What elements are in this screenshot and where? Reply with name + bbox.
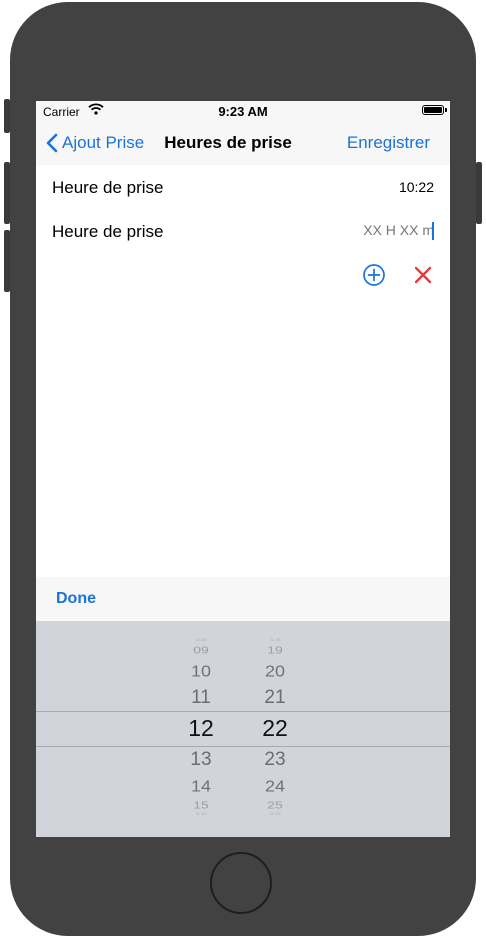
- time-picker[interactable]: 08 09 10 11 12 13 14 15 16 18 19 20 21 2…: [36, 621, 450, 837]
- screen: Carrier 9:23 AM Ajout Prise Heures de pr…: [36, 101, 450, 837]
- plus-circle-icon: [363, 264, 385, 286]
- page-title: Heures de prise: [164, 133, 292, 152]
- text-cursor: [432, 222, 434, 240]
- picker-value: 26: [268, 811, 282, 817]
- picker-value: 19: [267, 644, 283, 656]
- status-bar: Carrier 9:23 AM: [36, 101, 450, 121]
- picker-value: 14: [190, 777, 212, 795]
- done-button[interactable]: Done: [56, 590, 96, 608]
- power-button: [476, 162, 482, 224]
- picker-value: 13: [190, 749, 212, 770]
- picker-value: 18: [268, 637, 282, 643]
- picker-value: 15: [193, 799, 209, 811]
- time-row-value: 10:22: [398, 179, 434, 195]
- time-input[interactable]: [284, 222, 434, 238]
- navigation-bar: Ajout Prise Heures de prise Enregistrer: [36, 121, 450, 165]
- mute-switch: [4, 99, 10, 133]
- picker-value: 11: [191, 687, 211, 708]
- close-icon: [414, 266, 432, 284]
- add-time-button[interactable]: [363, 264, 385, 286]
- volume-up-button: [4, 162, 10, 224]
- time-row-label: Heure de prise: [52, 178, 164, 197]
- time-row-2: Heure de prise: [36, 209, 450, 253]
- volume-down-button: [4, 230, 10, 292]
- picker-selected-hour: 12: [188, 715, 214, 741]
- picker-selection-top-line: [36, 711, 450, 712]
- hour-wheel[interactable]: 08 09 10 11 12 13 14 15 16: [171, 621, 231, 837]
- picker-value: 08: [194, 637, 208, 643]
- picker-value: 16: [194, 811, 208, 817]
- time-row-1[interactable]: Heure de prise 10:22: [36, 165, 450, 209]
- delete-time-button[interactable]: [413, 265, 433, 285]
- picker-value: 10: [190, 662, 212, 680]
- home-button[interactable]: [210, 852, 272, 914]
- save-button[interactable]: Enregistrer: [347, 133, 430, 153]
- picker-value: 25: [267, 799, 283, 811]
- picker-value: 21: [264, 687, 286, 708]
- picker-value: 24: [264, 777, 286, 795]
- picker-value: 09: [193, 644, 209, 656]
- picker-selected-minute: 22: [262, 715, 288, 741]
- time-row-label: Heure de prise: [52, 222, 164, 241]
- picker-selection-bottom-line: [36, 746, 450, 747]
- picker-value: 20: [264, 662, 286, 680]
- battery-icon: [422, 105, 447, 115]
- status-time: 9:23 AM: [218, 104, 268, 119]
- picker-value: 23: [264, 749, 286, 770]
- minute-wheel[interactable]: 18 19 20 21 22 23 24 25 26: [245, 621, 305, 837]
- picker-toolbar: Done: [36, 577, 450, 621]
